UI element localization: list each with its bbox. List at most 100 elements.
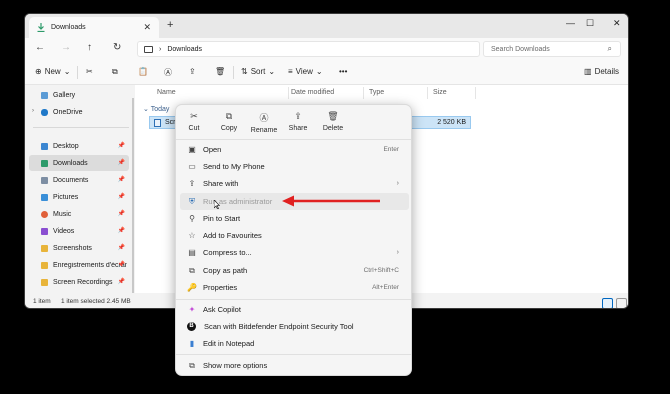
menu-item-add-to-favourites[interactable]: ☆ Add to Favourites [180, 227, 409, 244]
rename-action[interactable]: Ⓐ Rename [246, 111, 282, 134]
sidebar-item-gallery[interactable]: Gallery [29, 87, 129, 103]
more-options-button[interactable]: ••• [339, 67, 347, 76]
share-action[interactable]: ⇪ Share [280, 111, 316, 132]
forward-button[interactable]: → [61, 42, 71, 53]
paste-button[interactable]: 📋 [138, 67, 148, 76]
music-icon [41, 210, 48, 218]
back-button[interactable]: ← [35, 42, 45, 53]
pin-icon: 📌 [117, 143, 125, 149]
action-label: Delete [322, 125, 344, 132]
group-header-today[interactable]: ⌄ Today [143, 105, 169, 113]
sidebar-item-label: Screen Recordings [53, 278, 113, 286]
sidebar-item-screenshots[interactable]: Screenshots 📌 [29, 240, 129, 256]
column-divider[interactable] [475, 87, 476, 99]
sidebar-item-music[interactable]: Music 📌 [29, 206, 129, 222]
column-header-size[interactable]: Size [433, 89, 447, 96]
menu-item-properties[interactable]: 🔑 Properties Alt+Enter [180, 279, 409, 296]
folder-icon [41, 244, 48, 252]
sidebar-item-desktop[interactable]: Desktop 📌 [29, 138, 129, 154]
rename-button[interactable]: Ⓐ [164, 67, 172, 78]
file-size: 2 520 KB [437, 119, 466, 126]
sort-button[interactable]: ⇅ Sort ⌄ [241, 67, 275, 76]
column-divider[interactable] [363, 87, 364, 99]
menu-item-label: Add to Favourites [203, 231, 262, 240]
close-window-button[interactable]: ✕ [613, 18, 621, 29]
menu-item-scan-bitdefender[interactable]: B Scan with Bitdefender Endpoint Securit… [180, 318, 409, 335]
sidebar-item-enregistrements[interactable]: Enregistrements d'écran 📌 [29, 257, 129, 273]
details-button[interactable]: ▥ Details [584, 67, 619, 76]
folder-icon [41, 261, 48, 269]
folder-icon [41, 278, 48, 286]
menu-item-label: Pin to Start [203, 214, 241, 223]
plus-circle-icon: ⊕ [35, 67, 42, 76]
share-icon: ⇪ [188, 179, 196, 188]
details-view-button[interactable] [602, 298, 613, 308]
group-label: Today [150, 106, 170, 113]
menu-item-label: Copy as path [203, 266, 248, 275]
sidebar-item-pictures[interactable]: Pictures 📌 [29, 189, 129, 205]
share-icon: ⇪ [294, 111, 302, 121]
scissors-icon: ✂ [190, 111, 198, 121]
up-button[interactable]: ↑ [87, 42, 92, 53]
sidebar-item-label: Documents [53, 176, 89, 184]
copy-icon: ⧉ [225, 111, 233, 121]
archive-icon: ▤ [188, 248, 196, 257]
tab-downloads[interactable]: Downloads ✕ [29, 17, 159, 38]
search-placeholder: Search Downloads [491, 45, 550, 53]
close-tab-icon[interactable]: ✕ [143, 22, 151, 33]
sidebar-item-onedrive[interactable]: › OneDrive [29, 104, 129, 120]
search-input[interactable]: Search Downloads ⌕ [483, 41, 621, 57]
menu-item-show-more-options[interactable]: ⧉ Show more options [180, 357, 409, 374]
sidebar-item-label: Music [53, 210, 72, 218]
breadcrumb-downloads[interactable]: Downloads [167, 46, 202, 53]
refresh-button[interactable]: ↻ [113, 42, 121, 53]
menu-item-edit-in-notepad[interactable]: ▮ Edit in Notepad [180, 335, 409, 352]
sidebar-item-downloads[interactable]: Downloads 📌 [29, 155, 129, 171]
expand-chevron-icon[interactable]: › [32, 108, 34, 114]
menu-item-label: Send to My Phone [203, 162, 265, 171]
view-icon: ≡ [288, 67, 293, 76]
sidebar-item-videos[interactable]: Videos 📌 [29, 223, 129, 239]
share-button[interactable]: ⇪ [189, 67, 196, 76]
menu-item-copy-as-path[interactable]: ⧉ Copy as path Ctrl+Shift+C [180, 262, 409, 279]
delete-button[interactable]: 🗑 [215, 67, 225, 76]
cut-button[interactable]: ✂ [86, 67, 93, 76]
menu-item-label: Properties [203, 283, 238, 292]
column-divider[interactable] [288, 87, 289, 99]
column-header-type[interactable]: Type [369, 89, 384, 96]
minimize-button[interactable]: — [566, 18, 575, 28]
new-button[interactable]: ⊕ New ⌄ [35, 67, 70, 76]
sidebar-scrollbar[interactable] [132, 98, 134, 308]
sidebar-item-label: Videos [53, 227, 75, 235]
pin-icon: 📌 [117, 160, 125, 166]
menu-item-ask-copilot[interactable]: ✦ Ask Copilot [180, 301, 409, 318]
cut-action[interactable]: ✂ Cut [176, 111, 212, 132]
delete-action[interactable]: 🗑 Delete [315, 111, 351, 132]
copy-action[interactable]: ⧉ Copy [211, 111, 247, 132]
details-label: Details [594, 67, 620, 76]
sort-label: Sort [250, 67, 266, 76]
menu-item-open[interactable]: ▣ Open Enter [180, 141, 409, 158]
open-icon: ▣ [188, 145, 196, 154]
column-divider[interactable] [427, 87, 428, 99]
menu-item-label: Share with [203, 179, 239, 188]
column-header-date-modified[interactable]: Date modified [291, 89, 334, 96]
address-bar[interactable]: › Downloads [137, 41, 480, 57]
view-button[interactable]: ≡ View ⌄ [288, 67, 323, 76]
menu-item-send-to-phone[interactable]: ▭ Send to My Phone [180, 158, 409, 175]
sidebar-item-documents[interactable]: Documents 📌 [29, 172, 129, 188]
sidebar-item-label: Downloads [53, 159, 88, 167]
context-menu: ✂ Cut ⧉ Copy Ⓐ Rename ⇪ Share 🗑 Delete ▣… [175, 104, 412, 376]
menu-item-pin-to-start[interactable]: ⚲ Pin to Start [180, 210, 409, 227]
download-icon [37, 23, 45, 32]
tiles-view-button[interactable] [616, 298, 627, 308]
sidebar-item-screen-recordings[interactable]: Screen Recordings 📌 [29, 274, 129, 290]
new-tab-button[interactable]: + [167, 19, 173, 31]
maximize-button[interactable]: ☐ [586, 18, 594, 29]
copy-button[interactable]: ⧉ [112, 67, 118, 77]
action-label: Rename [250, 127, 278, 134]
column-header-name[interactable]: Name [157, 89, 176, 96]
menu-item-compress-to[interactable]: ▤ Compress to... › [180, 244, 409, 261]
menu-item-share-with[interactable]: ⇪ Share with › [180, 175, 409, 192]
shortcut-label: Ctrl+Shift+C [363, 267, 399, 274]
